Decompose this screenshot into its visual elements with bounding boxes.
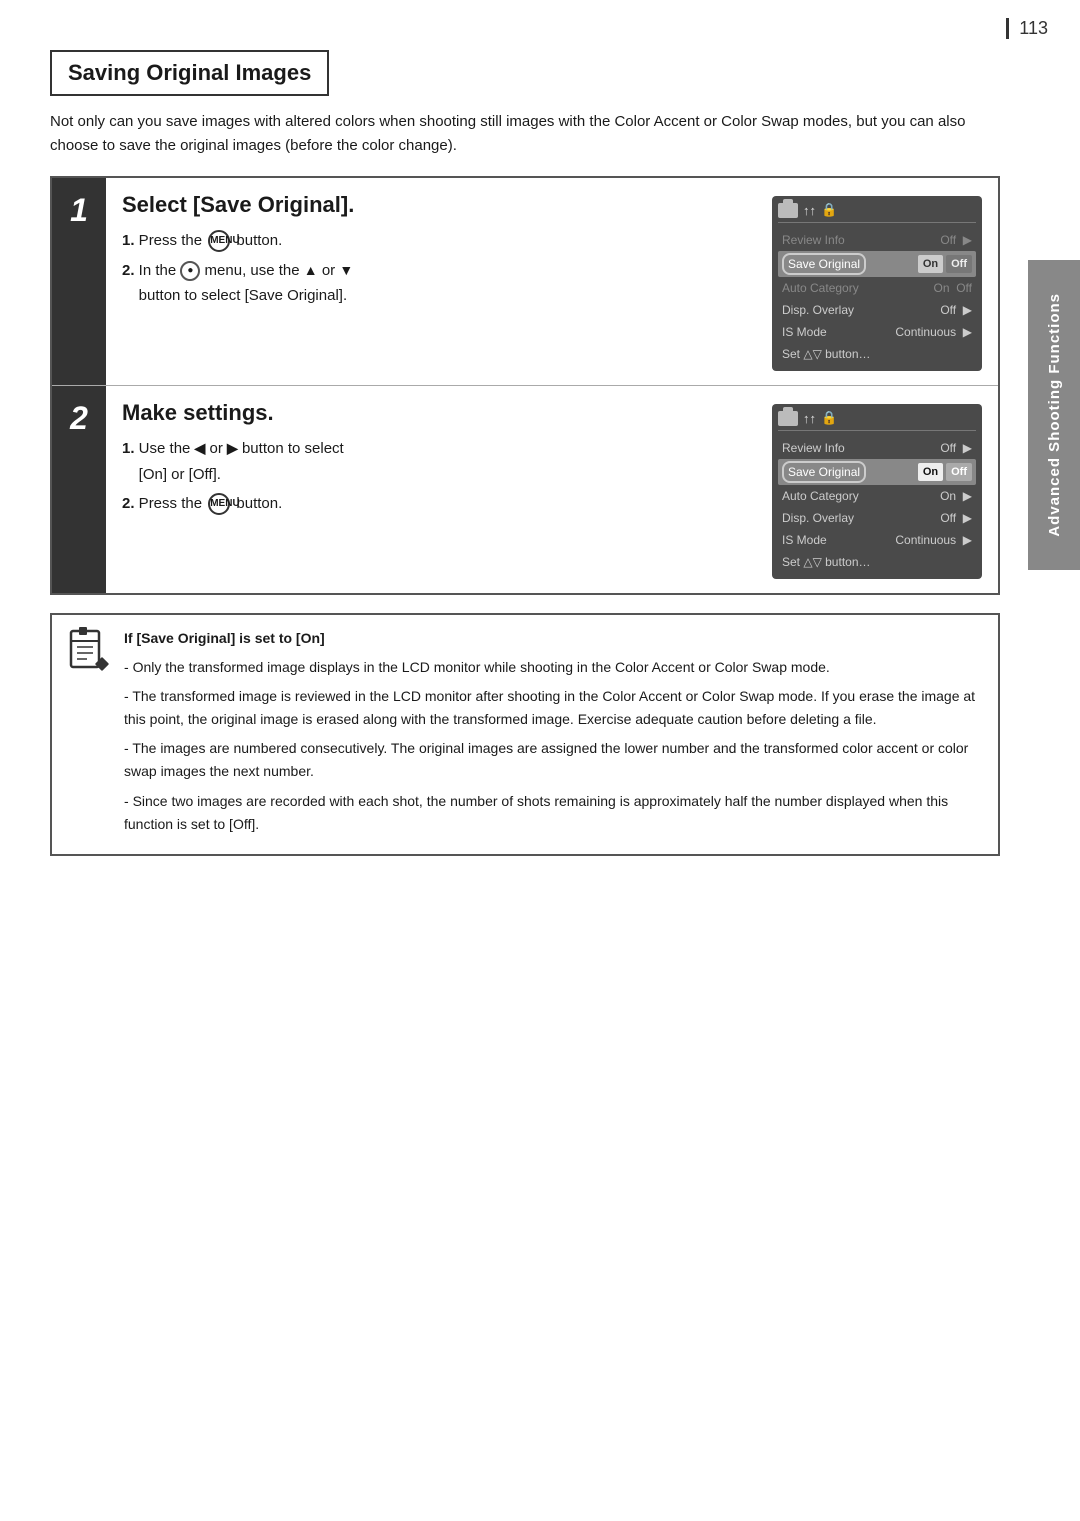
sidebar-tab: Advanced Shooting Functions	[1028, 260, 1080, 570]
steps-container: 1 Select [Save Original]. 1. Press the M…	[50, 176, 1000, 595]
lcd2-row-3: Disp. OverlayOff ▶	[778, 507, 976, 529]
sidebar-label: Advanced Shooting Functions	[1046, 293, 1063, 537]
step-2-row: 2 Make settings. 1. Use the ◀ or ▶ butto…	[52, 386, 998, 593]
step-1-row: 1 Select [Save Original]. 1. Press the M…	[52, 178, 998, 386]
step-2-text: Make settings. 1. Use the ◀ or ▶ button …	[122, 400, 754, 579]
step-1-number: 1	[52, 178, 106, 385]
intro-text: Not only can you save images with altere…	[50, 110, 1000, 158]
lcd2-row-5: Set △▽ button…	[778, 551, 976, 573]
step-2-content: Make settings. 1. Use the ◀ or ▶ button …	[106, 386, 998, 593]
step-2-heading: Make settings.	[122, 400, 754, 426]
lcd-menu-1: ↑↑ 🔒 Review InfoOff ▶ Save Original On O…	[772, 196, 982, 371]
lcd1-row-1-highlighted: Save Original On Off	[778, 251, 976, 277]
lcd1-row-4: IS ModeContinuous ▶	[778, 321, 976, 343]
menu-icon-2: MENU	[208, 493, 230, 515]
step-2-number: 2	[52, 386, 106, 593]
step-1-text: Select [Save Original]. 1. Press the MEN…	[122, 192, 754, 371]
note-icon	[67, 627, 109, 675]
note-title: If [Save Original] is set to [On]	[124, 630, 325, 646]
note-bullet-3: - The images are numbered consecutively.…	[124, 737, 984, 783]
lcd-menu-2: ↑↑ 🔒 Review InfoOff ▶ Save Original On O…	[772, 404, 982, 579]
lcd1-row-3: Disp. OverlayOff ▶	[778, 299, 976, 321]
lcd2-row-2: Auto CategoryOn ▶	[778, 485, 976, 507]
lcd1-row-0: Review InfoOff ▶	[778, 229, 976, 251]
step-1-instructions: 1. Press the MENU button. 2. In the ● me…	[122, 228, 754, 309]
section-title-box: Saving Original Images	[50, 50, 329, 96]
note-text: If [Save Original] is set to [On] - Only…	[124, 627, 984, 842]
note-box: If [Save Original] is set to [On] - Only…	[50, 613, 1000, 856]
menu-icon-1: MENU	[208, 230, 230, 252]
lcd2-row-4: IS ModeContinuous ▶	[778, 529, 976, 551]
page-number: 113	[1006, 18, 1048, 39]
note-bullet-1: - Only the transformed image displays in…	[124, 656, 984, 679]
step-1-heading: Select [Save Original].	[122, 192, 754, 218]
note-icon-col	[66, 627, 110, 842]
lcd2-row-1-highlighted: Save Original On Off	[778, 459, 976, 485]
note-bullet-2: - The transformed image is reviewed in t…	[124, 685, 984, 731]
note-bullet-4: - Since two images are recorded with eac…	[124, 790, 984, 836]
lcd2-row-0: Review InfoOff ▶	[778, 437, 976, 459]
step-1-content: Select [Save Original]. 1. Press the MEN…	[106, 178, 998, 385]
step-2-instructions: 1. Use the ◀ or ▶ button to select [On] …	[122, 436, 754, 517]
section-title: Saving Original Images	[68, 60, 311, 85]
lcd1-row-2: Auto CategoryOn Off	[778, 277, 976, 299]
main-content: Saving Original Images Not only can you …	[50, 50, 1000, 1481]
lcd1-row-5: Set △▽ button…	[778, 343, 976, 365]
